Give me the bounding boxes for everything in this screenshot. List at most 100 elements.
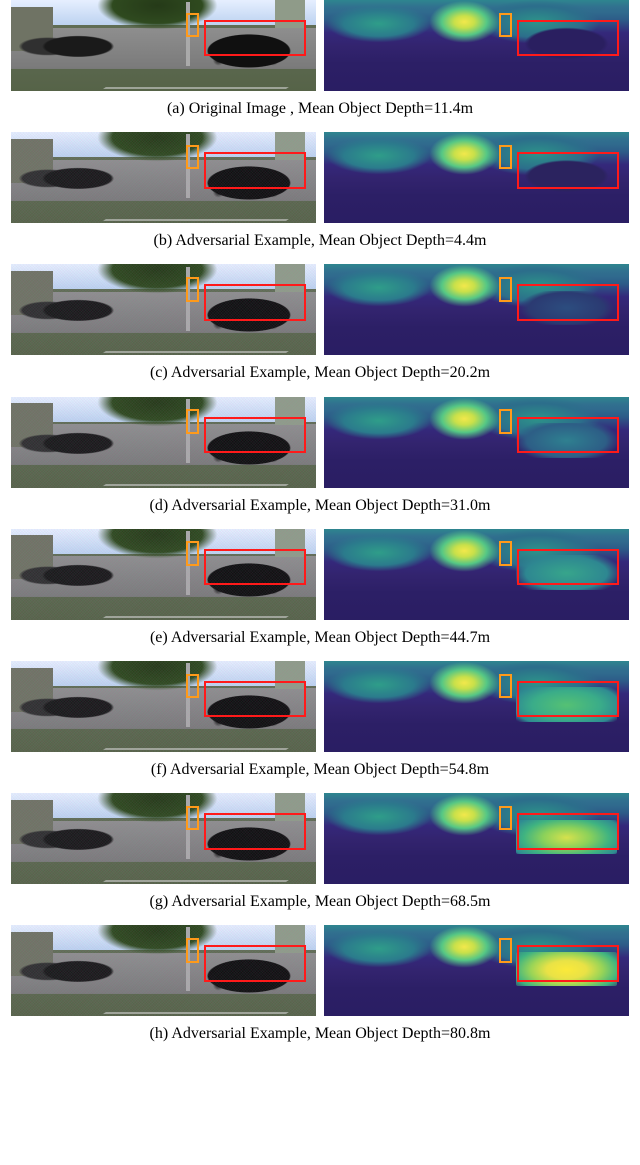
- figure-c: (c) Adversarial Example, Mean Object Dep…: [0, 264, 640, 382]
- figure-h: (h) Adversarial Example, Mean Object Dep…: [0, 925, 640, 1043]
- depth-map-content: [324, 132, 629, 223]
- figure-b: (b) Adversarial Example, Mean Object Dep…: [0, 132, 640, 250]
- caption: (h) Adversarial Example, Mean Object Dep…: [150, 1024, 491, 1043]
- red-box: [204, 813, 306, 849]
- orange-box: [499, 409, 512, 434]
- orange-box: [499, 938, 512, 963]
- caption: (d) Adversarial Example, Mean Object Dep…: [150, 496, 491, 515]
- caption-text: Adversarial Example, Mean Object Depth=4…: [175, 232, 486, 249]
- red-box: [517, 945, 619, 981]
- caption: (b) Adversarial Example, Mean Object Dep…: [154, 231, 487, 250]
- figure-row: [11, 264, 629, 355]
- orange-box: [499, 674, 512, 699]
- figure-row: [11, 0, 629, 91]
- caption-letter: (h): [150, 1025, 169, 1042]
- orange-box: [186, 674, 199, 699]
- red-box: [204, 152, 306, 188]
- orange-box: [186, 806, 199, 831]
- caption-text: Adversarial Example, Mean Object Depth=5…: [170, 761, 489, 778]
- depth-map: [324, 661, 629, 752]
- orange-box: [186, 13, 199, 38]
- caption: (c) Adversarial Example, Mean Object Dep…: [150, 363, 490, 382]
- street-image: [11, 0, 316, 91]
- orange-box: [499, 13, 512, 38]
- street-image-content: [11, 529, 316, 620]
- figure-e: (e) Adversarial Example, Mean Object Dep…: [0, 529, 640, 647]
- caption: (e) Adversarial Example, Mean Object Dep…: [150, 628, 490, 647]
- red-box: [517, 417, 619, 453]
- depth-map-content: [324, 264, 629, 355]
- orange-box: [186, 409, 199, 434]
- street-image-content: [11, 397, 316, 488]
- street-image-content: [11, 0, 316, 91]
- red-box: [517, 681, 619, 717]
- figure-row: [11, 661, 629, 752]
- caption-text: Adversarial Example, Mean Object Depth=3…: [171, 497, 490, 514]
- figure-g: (g) Adversarial Example, Mean Object Dep…: [0, 793, 640, 911]
- orange-box: [499, 541, 512, 566]
- depth-map: [324, 132, 629, 223]
- caption-letter: (c): [150, 364, 168, 381]
- street-image: [11, 529, 316, 620]
- orange-box: [186, 145, 199, 170]
- street-image-content: [11, 925, 316, 1016]
- depth-map-content: [324, 397, 629, 488]
- orange-box: [186, 277, 199, 302]
- depth-map-content: [324, 793, 629, 884]
- caption-letter: (e): [150, 629, 168, 646]
- caption-text: Adversarial Example, Mean Object Depth=8…: [171, 1025, 490, 1042]
- street-image-content: [11, 793, 316, 884]
- caption-letter: (b): [154, 232, 173, 249]
- red-box: [204, 549, 306, 585]
- red-box: [204, 417, 306, 453]
- caption: (f) Adversarial Example, Mean Object Dep…: [151, 760, 489, 779]
- caption-letter: (f): [151, 761, 167, 778]
- street-image: [11, 793, 316, 884]
- caption-text: Original Image , Mean Object Depth=11.4m: [189, 100, 473, 117]
- figure-row: [11, 793, 629, 884]
- figure-row: [11, 529, 629, 620]
- orange-box: [499, 277, 512, 302]
- depth-map: [324, 793, 629, 884]
- red-box: [517, 20, 619, 56]
- red-box: [204, 945, 306, 981]
- figure-row: [11, 132, 629, 223]
- orange-box: [186, 541, 199, 566]
- caption: (g) Adversarial Example, Mean Object Dep…: [150, 892, 491, 911]
- figure-row: [11, 397, 629, 488]
- depth-map: [324, 529, 629, 620]
- caption-letter: (g): [150, 893, 169, 910]
- depth-map-content: [324, 925, 629, 1016]
- red-box: [517, 549, 619, 585]
- caption-text: Adversarial Example, Mean Object Depth=4…: [171, 629, 490, 646]
- orange-box: [186, 938, 199, 963]
- orange-box: [499, 145, 512, 170]
- street-image: [11, 264, 316, 355]
- street-image: [11, 925, 316, 1016]
- caption-letter: (a): [167, 100, 185, 117]
- orange-box: [499, 806, 512, 831]
- depth-map-content: [324, 0, 629, 91]
- red-box: [517, 284, 619, 320]
- depth-map: [324, 397, 629, 488]
- caption-text: Adversarial Example, Mean Object Depth=6…: [171, 893, 490, 910]
- caption: (a) Original Image , Mean Object Depth=1…: [167, 99, 473, 118]
- street-image-content: [11, 132, 316, 223]
- depth-map: [324, 0, 629, 91]
- red-box: [204, 20, 306, 56]
- caption-letter: (d): [150, 497, 169, 514]
- street-image-content: [11, 661, 316, 752]
- depth-map: [324, 264, 629, 355]
- street-image-content: [11, 264, 316, 355]
- figure-f: (f) Adversarial Example, Mean Object Dep…: [0, 661, 640, 779]
- red-box: [517, 813, 619, 849]
- depth-map-content: [324, 661, 629, 752]
- figure-a: (a) Original Image , Mean Object Depth=1…: [0, 0, 640, 118]
- street-image: [11, 132, 316, 223]
- street-image: [11, 397, 316, 488]
- red-box: [517, 152, 619, 188]
- depth-map: [324, 925, 629, 1016]
- depth-map-content: [324, 529, 629, 620]
- figure-row: [11, 925, 629, 1016]
- figure-d: (d) Adversarial Example, Mean Object Dep…: [0, 397, 640, 515]
